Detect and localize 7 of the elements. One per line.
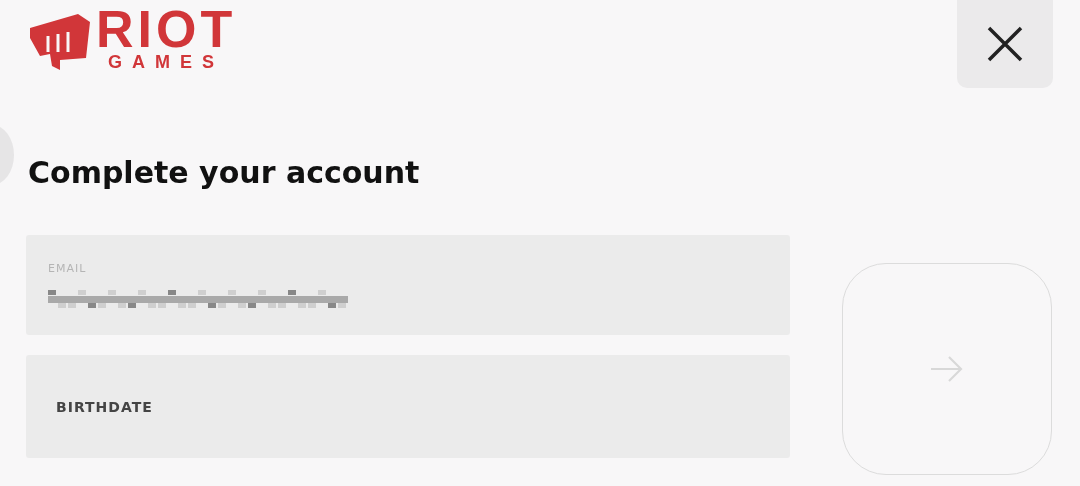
close-icon (987, 26, 1023, 62)
page-title: Complete your account (28, 154, 421, 192)
birthdate-field[interactable]: BIRTHDATE (26, 355, 790, 458)
arrow-right-icon (930, 355, 964, 383)
logo-wordmark: RIOT (96, 6, 237, 52)
logo-subtitle: GAMES (108, 52, 225, 72)
close-button[interactable] (957, 0, 1053, 88)
